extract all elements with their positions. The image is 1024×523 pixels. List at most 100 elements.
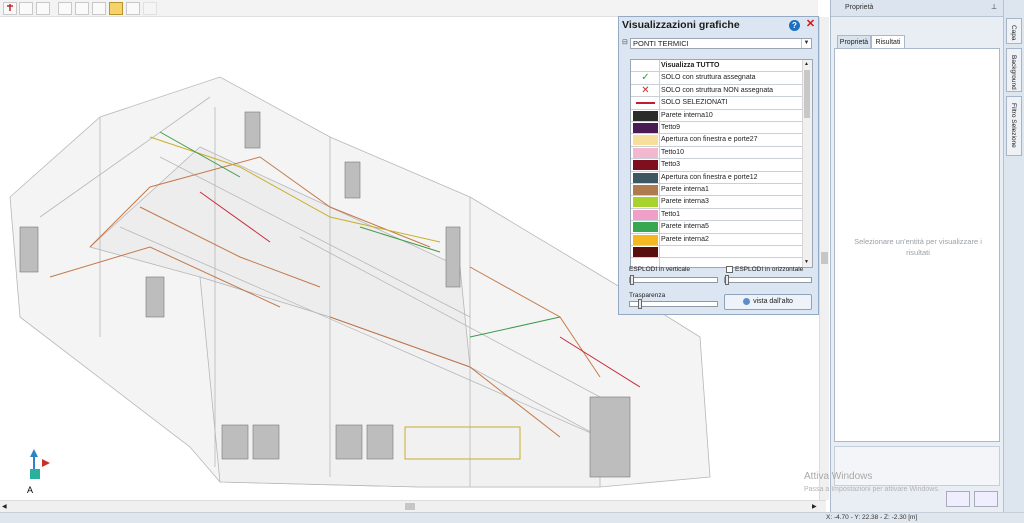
check-icon: ✓ [641, 72, 650, 84]
list-scrollbar[interactable]: ▲ ▼ [802, 60, 812, 267]
color-swatch [633, 209, 658, 220]
export-icon[interactable] [126, 2, 140, 15]
windows-watermark-title: Attiva Windows [804, 471, 873, 482]
close-icon[interactable]: ✕ [805, 19, 816, 30]
viewport-vertical-scrollbar[interactable] [819, 17, 829, 500]
list-item[interactable]: Tetto9 [631, 122, 804, 135]
explode-horizontal-checkbox[interactable] [726, 266, 733, 273]
cross-icon: ✕ [641, 84, 650, 96]
view-mode-value: PONTI TERMICI [633, 39, 689, 48]
list-item[interactable]: Parete interna1 [631, 184, 804, 197]
transparency-slider[interactable] [629, 299, 718, 309]
color-swatch [633, 172, 658, 183]
explode-vertical-slider[interactable] [629, 275, 718, 285]
results-area: Selezionare un'entità per visualizzare i… [834, 48, 1000, 442]
side-tab-background[interactable]: Background [1006, 48, 1022, 92]
properties-title: Proprietà [845, 4, 874, 11]
pin-icon[interactable] [3, 2, 17, 15]
panel-title: Visualizzazioni grafiche [622, 19, 740, 31]
empty-message: Selezionare un'entità per visualizzare i… [854, 237, 982, 257]
list-item-label: SOLO con struttura assegnata [661, 74, 756, 82]
list-header[interactable]: Visualizza TUTTO [631, 60, 804, 73]
list-item-label: Apertura con finestra e porte27 [661, 136, 758, 144]
chevron-down-icon[interactable]: ▼ [801, 39, 811, 48]
color-swatch [633, 123, 658, 133]
list-item[interactable]: Parete interna5 [631, 221, 804, 234]
list-item-label: Parete interna3 [661, 198, 709, 206]
top-view-button[interactable]: vista dall'alto [724, 294, 812, 310]
list-item-label: Apertura con finestra e porte12 [661, 173, 758, 181]
grid-icon[interactable] [75, 2, 89, 15]
side-tab-capa[interactable]: Capa [1006, 18, 1022, 44]
scroll-right-icon[interactable]: ▶ [812, 503, 817, 510]
tab-results[interactable]: Risultati [871, 35, 905, 48]
top-view-icon [743, 297, 751, 305]
list-item-label: Parete interna2 [661, 235, 709, 243]
list-item-label: SOLO SELEZIONATI [661, 99, 728, 107]
copy-icon[interactable] [92, 2, 106, 15]
slider-thumb[interactable] [630, 275, 634, 285]
slider-thumb[interactable] [638, 299, 642, 309]
list-item-label: Tetto3 [661, 161, 681, 169]
scroll-down-icon[interactable]: ▼ [804, 259, 809, 265]
line-icon [633, 98, 658, 108]
edit-icon[interactable] [58, 2, 72, 15]
explode-vertical-label: ESPLODI in verticale [629, 266, 691, 273]
footer-button-2[interactable] [974, 491, 998, 507]
list-item[interactable]: Parete interna2 [631, 234, 804, 246]
list-item[interactable]: Tetto1 [631, 209, 804, 222]
list-item-label: Parete interna10 [661, 111, 713, 119]
axis-gizmo: A [24, 447, 54, 497]
view-active-icon[interactable] [109, 2, 123, 15]
list-item[interactable]: ✓ SOLO con struttura assegnata [631, 72, 804, 85]
pin-icon[interactable]: ⊟ [622, 38, 628, 46]
color-swatch [633, 185, 658, 195]
help-icon[interactable]: ? [789, 20, 800, 31]
properties-header: Proprietà ⊥ [831, 0, 1003, 17]
list-item[interactable]: Tetto3 [631, 159, 804, 172]
view-mode-select[interactable]: PONTI TERMICI ▼ [630, 38, 812, 49]
list-item-label: Parete interna1 [661, 186, 709, 193]
list-item[interactable]: ✕ SOLO con struttura NON assegnata [631, 84, 804, 98]
list-item[interactable]: SOLO SELEZIONATI [631, 97, 804, 110]
color-swatch [633, 110, 658, 121]
list-item[interactable]: Tetto10 [631, 147, 804, 160]
list-item[interactable]: Parete interna10 [631, 110, 804, 122]
color-swatch [633, 234, 658, 245]
side-tabs: Capa Background Filtro Selezione [1003, 0, 1024, 512]
viewport-horizontal-scrollbar[interactable]: ◀ ▶ [0, 500, 826, 512]
windows-watermark-subtitle: Passa a Impostazioni per attivare Window… [804, 486, 940, 493]
select-icon[interactable] [19, 2, 33, 15]
list-header-label: Visualizza TUTTO [661, 62, 720, 69]
coordinates-readout: X: -4.70 - Y: 22.38 - Z: -2.30 [m] [826, 514, 918, 521]
list-item[interactable]: Apertura con finestra e porte12 [631, 172, 804, 184]
scroll-left-icon[interactable]: ◀ [2, 503, 7, 510]
explode-horizontal-slider[interactable] [724, 275, 812, 285]
list-item-label: Parete interna5 [661, 223, 709, 231]
list-item-label: Tetto9 [661, 124, 681, 131]
tab-properties[interactable]: Proprietà [837, 35, 871, 48]
list-item-label: SOLO con struttura NON assegnata [661, 86, 774, 94]
layers-icon[interactable] [36, 2, 50, 15]
footer-button-1[interactable] [946, 491, 970, 507]
list-item-label: Tetto10 [661, 148, 684, 156]
explode-horizontal-label: ESPLODI in orizzontale [726, 266, 803, 273]
list-item[interactable]: Parete interna3 [631, 196, 804, 209]
side-tab-selection-filter[interactable]: Filtro Selezione [1006, 96, 1022, 156]
svg-text:A: A [27, 485, 33, 495]
color-swatch [633, 247, 658, 257]
status-bar: X: -4.70 - Y: 22.38 - Z: -2.30 [m] [0, 512, 1024, 523]
pin-icon[interactable]: ⊥ [991, 3, 997, 11]
scroll-up-icon[interactable]: ▲ [804, 61, 809, 67]
list-item[interactable]: Apertura con finestra e porte27 [631, 134, 804, 147]
color-swatch [633, 222, 658, 233]
color-swatch [633, 147, 658, 158]
visibility-list[interactable]: Visualizza TUTTO ✓ SOLO con struttura as… [630, 59, 813, 268]
disabled-icon [143, 2, 157, 15]
transparency-label: Trasparenza [629, 292, 666, 299]
list-item[interactable] [631, 246, 804, 259]
list-item-label: Tetto1 [661, 210, 681, 218]
color-swatch [633, 160, 658, 171]
properties-panel: Proprietà ⊥ Proprietà Risultati Selezion… [830, 0, 1003, 512]
slider-thumb[interactable] [725, 275, 729, 285]
